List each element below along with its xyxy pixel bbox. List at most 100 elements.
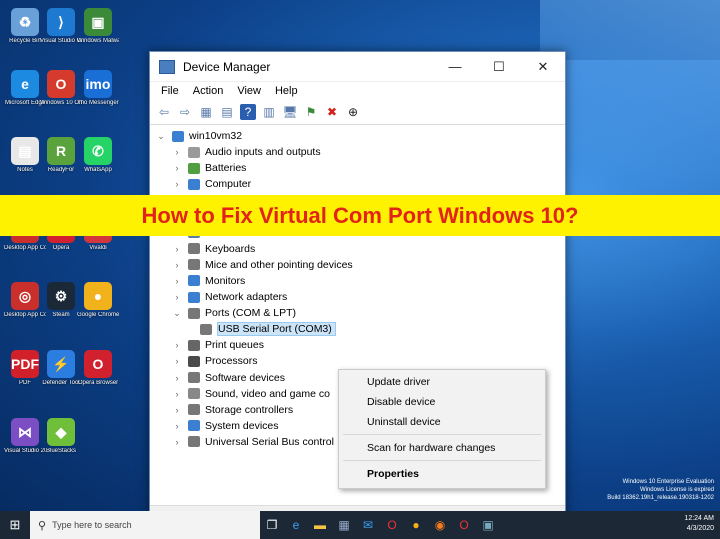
app-icon: R bbox=[47, 137, 75, 165]
desktop-icon[interactable]: O Opera Browser bbox=[77, 350, 119, 387]
maximize-button[interactable]: ☐ bbox=[477, 52, 521, 81]
update-driver-icon[interactable]: ⚑ bbox=[303, 104, 319, 120]
license-watermark: Windows 10 Enterprise Evaluation Windows… bbox=[607, 478, 714, 502]
tree-category-item[interactable]: › Sound, video and game co bbox=[172, 386, 330, 402]
tree-category-item[interactable]: › Storage controllers bbox=[172, 402, 294, 418]
menu-update-driver[interactable]: Update driver bbox=[367, 376, 430, 388]
tree-category-item[interactable]: › System devices bbox=[172, 418, 279, 434]
desktop-icon-label: Defender Tool bbox=[42, 380, 80, 386]
tree-item-label: Sound, video and game co bbox=[205, 387, 330, 400]
search-box[interactable]: ⚲ Type here to search bbox=[30, 511, 260, 539]
context-menu: Update driver Disable device Uninstall d… bbox=[338, 369, 546, 489]
app-icon: O bbox=[47, 70, 75, 98]
desktop-icon-label: Visual Studio Code bbox=[40, 38, 82, 44]
desktop-icon[interactable]: ◆ BlueStacks bbox=[40, 418, 82, 455]
tree-item-label: Storage controllers bbox=[205, 403, 294, 416]
chevron-right-icon: › bbox=[175, 404, 179, 415]
system-clock[interactable]: 12:24 AM 4/3/2020 bbox=[684, 514, 714, 534]
tree-category-item[interactable]: › Processors bbox=[172, 353, 258, 369]
chevron-right-icon: › bbox=[175, 372, 179, 383]
device-category-icon bbox=[200, 323, 212, 335]
start-button[interactable]: ⊞ bbox=[0, 511, 30, 539]
desktop-icon[interactable]: R ReadyFor bbox=[40, 137, 82, 174]
menu-scan-hardware[interactable]: Scan for hardware changes bbox=[367, 442, 495, 454]
desktop-icon[interactable]: ● Google Chrome bbox=[77, 282, 119, 319]
task-view-icon[interactable]: ❐ bbox=[260, 511, 284, 539]
tree-category-item[interactable]: › Batteries bbox=[172, 160, 247, 176]
search-icon: ⚲ bbox=[38, 519, 47, 532]
device-category-icon bbox=[188, 339, 200, 351]
close-button[interactable]: ✕ bbox=[521, 52, 565, 81]
tree-category-item[interactable]: › Keyboards bbox=[172, 241, 256, 257]
menu-file[interactable]: File bbox=[154, 85, 186, 97]
tree-item-label: Software devices bbox=[205, 371, 285, 384]
app-icon: ◎ bbox=[11, 282, 39, 310]
tree-item-label: USB Serial Port (COM3) bbox=[217, 322, 336, 337]
opera-icon[interactable]: O bbox=[380, 511, 404, 539]
app-icon: ◆ bbox=[47, 418, 75, 446]
tree-item-label: Batteries bbox=[205, 162, 247, 175]
chrome-icon[interactable]: ● bbox=[404, 511, 428, 539]
tree-category-item[interactable]: › Network adapters bbox=[172, 289, 288, 305]
desktop-icon[interactable]: ⟩ Visual Studio Code bbox=[40, 8, 82, 45]
desktop-icon[interactable]: ⚙ Steam bbox=[40, 282, 82, 319]
menu-view[interactable]: View bbox=[230, 85, 268, 97]
tree-item-label: Print queues bbox=[205, 339, 264, 352]
back-icon[interactable]: ⇦ bbox=[156, 104, 172, 120]
tree-root[interactable]: ⌄ win10vm32 bbox=[156, 128, 242, 144]
device-manager-taskbar-icon[interactable]: ▣ bbox=[476, 511, 500, 539]
desktop-icon[interactable]: ✆ WhatsApp bbox=[77, 137, 119, 174]
tree-category-item[interactable]: ⌄ Ports (COM & LPT) bbox=[172, 305, 296, 321]
watermark-line: Windows License is expired bbox=[639, 487, 714, 493]
chevron-right-icon: › bbox=[175, 243, 179, 254]
tree-item-label: System devices bbox=[205, 419, 279, 432]
watermark-line: Windows 10 Enterprise Evaluation bbox=[622, 479, 714, 485]
file-explorer-icon[interactable]: ▬ bbox=[308, 511, 332, 539]
show-action-pane-icon[interactable]: ▥ bbox=[261, 104, 277, 120]
menu-action[interactable]: Action bbox=[186, 85, 231, 97]
tree-item-label: Mice and other pointing devices bbox=[205, 258, 353, 271]
watermark-line: Build 18362.19h1_release.190318-1202 bbox=[607, 495, 714, 501]
tree-item-label: Network adapters bbox=[205, 291, 288, 303]
device-category-icon bbox=[188, 307, 200, 319]
desktop-icon-label: Opera bbox=[52, 245, 70, 251]
edge-icon[interactable]: e bbox=[284, 511, 308, 539]
tree-root-label: win10vm32 bbox=[189, 130, 243, 142]
menu-help[interactable]: Help bbox=[268, 85, 305, 97]
tree-category-item[interactable]: › Audio inputs and outputs bbox=[172, 144, 321, 160]
menu-properties[interactable]: Properties bbox=[367, 468, 419, 480]
desktop-icon[interactable]: imo Imo Messenger bbox=[77, 70, 119, 107]
scan-hardware-icon[interactable]: 🖥 bbox=[282, 104, 298, 120]
tree-category-item[interactable]: › Mice and other pointing devices bbox=[172, 257, 353, 273]
desktop-icon[interactable]: O Windows 10 Office bbox=[40, 70, 82, 107]
mail-icon[interactable]: ✉ bbox=[356, 511, 380, 539]
device-category-icon bbox=[188, 355, 200, 367]
tree-device-item[interactable]: USB Serial Port (COM3) bbox=[200, 321, 336, 337]
title-bar[interactable]: Device Manager — ☐ ✕ bbox=[150, 52, 565, 82]
uninstall-icon[interactable]: ✖ bbox=[324, 104, 340, 120]
menu-disable-device[interactable]: Disable device bbox=[367, 396, 435, 408]
tree-category-item[interactable]: › Software devices bbox=[172, 370, 285, 386]
toolbar: ⇦ ⇨ ▦ ▤ ? ▥ 🖥 ⚑ ✖ ⊕ bbox=[150, 100, 565, 125]
minimize-button[interactable]: — bbox=[433, 52, 477, 81]
store-icon[interactable]: ▦ bbox=[332, 511, 356, 539]
menu-uninstall-device[interactable]: Uninstall device bbox=[367, 416, 441, 428]
desktop-icon[interactable]: ⚡ Defender Tool bbox=[40, 350, 82, 387]
tree-category-item[interactable]: › Universal Serial Bus control bbox=[172, 434, 334, 450]
tree-category-item[interactable]: › Computer bbox=[172, 176, 252, 192]
add-legacy-hardware-icon[interactable]: ⊕ bbox=[345, 104, 361, 120]
desktop-icon-label: Vivaldi bbox=[89, 245, 107, 251]
app-icon: ▣ bbox=[84, 8, 112, 36]
tree-category-item[interactable]: › Print queues bbox=[172, 337, 264, 353]
properties-icon[interactable]: ▤ bbox=[219, 104, 235, 120]
tree-item-label: Monitors bbox=[205, 274, 246, 287]
app-icon: e bbox=[11, 70, 39, 98]
tree-category-item[interactable]: › Monitors bbox=[172, 273, 246, 289]
opera-gx-icon[interactable]: O bbox=[452, 511, 476, 539]
forward-icon[interactable]: ⇨ bbox=[177, 104, 193, 120]
device-category-icon bbox=[188, 259, 200, 271]
firefox-icon[interactable]: ◉ bbox=[428, 511, 452, 539]
help-icon[interactable]: ? bbox=[240, 104, 256, 120]
desktop-icon[interactable]: ▣ Windows Malwarebytes bbox=[77, 8, 119, 45]
show-hide-console-icon[interactable]: ▦ bbox=[198, 104, 214, 120]
